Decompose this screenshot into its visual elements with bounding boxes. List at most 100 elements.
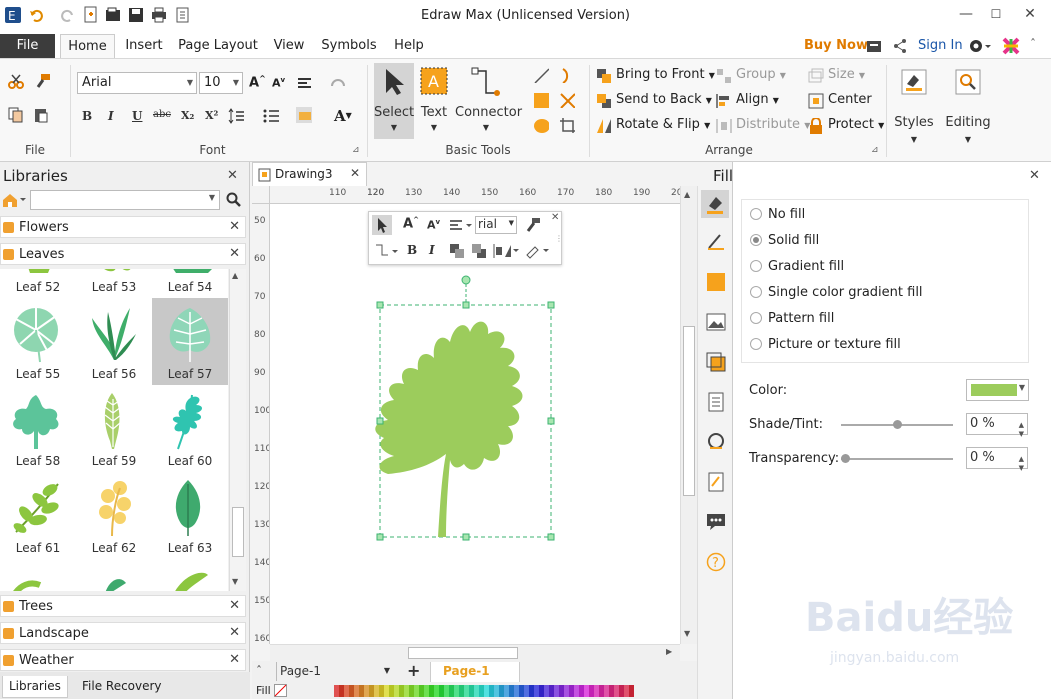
resize-handle[interactable] bbox=[376, 533, 384, 541]
radio-button[interactable] bbox=[750, 286, 762, 298]
bring-to-front-icon[interactable] bbox=[449, 243, 465, 259]
strikethrough-button[interactable]: abc bbox=[153, 109, 171, 120]
size-icon[interactable] bbox=[808, 68, 824, 84]
image-icon[interactable] bbox=[706, 312, 726, 332]
close-icon[interactable]: ✕ bbox=[229, 219, 240, 234]
resize-handle[interactable] bbox=[376, 301, 384, 309]
chevron-down-icon[interactable]: ▼ bbox=[684, 629, 690, 638]
resize-handle[interactable] bbox=[547, 301, 555, 309]
slider-knob[interactable] bbox=[893, 420, 902, 429]
crop-tool-icon[interactable] bbox=[559, 117, 575, 133]
dialog-launcher-icon[interactable]: ⊿ bbox=[871, 145, 879, 155]
scrollbar-thumb[interactable] bbox=[408, 647, 518, 659]
chevron-right-icon[interactable]: ▶ bbox=[666, 647, 672, 656]
bullet-list-icon[interactable] bbox=[263, 108, 279, 124]
group-button[interactable]: Group ▼ bbox=[736, 67, 786, 82]
distribute-icon[interactable] bbox=[493, 243, 521, 259]
transparency-slider[interactable] bbox=[841, 454, 953, 463]
tab-home[interactable]: Home bbox=[60, 34, 115, 58]
chevron-up-icon[interactable]: ▲ bbox=[684, 190, 690, 199]
shape-leaf-56[interactable]: Leaf 56 bbox=[76, 298, 152, 385]
editing-button[interactable]: Editing ▼ bbox=[943, 65, 993, 145]
align-button[interactable]: Align ▼ bbox=[736, 92, 779, 107]
tab-file-recovery[interactable]: File Recovery bbox=[76, 676, 168, 698]
drawing-canvas[interactable] bbox=[270, 204, 680, 644]
color-picker[interactable]: ▼ bbox=[966, 379, 1029, 401]
shape-leaf-60[interactable]: Leaf 60 bbox=[152, 385, 228, 472]
help-icon[interactable]: ? bbox=[706, 552, 726, 572]
file-menu-button[interactable]: File bbox=[0, 34, 55, 58]
font-name-combo[interactable]: Arial ▼ bbox=[77, 72, 197, 94]
distribute-icon[interactable] bbox=[716, 118, 732, 134]
color-swatch-item[interactable] bbox=[629, 685, 634, 697]
shape-leaf-53[interactable]: Leaf 53 bbox=[76, 269, 152, 298]
shrink-font-icon[interactable]: Av bbox=[272, 76, 285, 90]
scrollbar-thumb[interactable] bbox=[232, 507, 244, 557]
sign-in-link[interactable]: Sign In bbox=[918, 38, 963, 53]
category-trees[interactable]: Trees ✕ bbox=[0, 595, 246, 617]
fill-option-pattern-fill[interactable]: Pattern fill bbox=[750, 311, 834, 326]
tab-symbols[interactable]: Symbols bbox=[318, 34, 380, 58]
arc-tool-icon[interactable] bbox=[559, 67, 575, 83]
fill-option-solid-fill[interactable]: Solid fill bbox=[750, 233, 819, 248]
shape-leaf-59[interactable]: Leaf 59 bbox=[76, 385, 152, 472]
highlight-icon[interactable] bbox=[296, 107, 312, 123]
document-tab[interactable]: Drawing3 ✕ bbox=[252, 162, 367, 186]
protect-icon[interactable] bbox=[808, 118, 824, 134]
grow-font-icon[interactable]: A^ bbox=[403, 216, 419, 231]
shape-partial[interactable] bbox=[0, 559, 76, 591]
category-flowers[interactable]: Flowers ✕ bbox=[0, 216, 246, 238]
close-icon[interactable]: ✕ bbox=[229, 598, 240, 613]
shade-tint-input[interactable]: 0 % ▲ ▼ bbox=[966, 413, 1028, 438]
close-icon[interactable]: ✕ bbox=[229, 625, 240, 640]
shade-tint-slider[interactable] bbox=[841, 420, 953, 429]
shadow-icon[interactable] bbox=[706, 272, 726, 292]
category-weather[interactable]: Weather ✕ bbox=[0, 649, 246, 671]
send-to-back-icon[interactable] bbox=[596, 93, 612, 109]
canvas-vertical-scrollbar[interactable]: ▲ ▼ bbox=[680, 186, 697, 644]
dialog-launcher-icon[interactable]: ⊿ bbox=[352, 145, 360, 155]
rotate-flip-button[interactable]: Rotate & Flip ▼ bbox=[616, 117, 710, 132]
tab-insert[interactable]: Insert bbox=[120, 34, 168, 58]
edit-shape-icon[interactable] bbox=[525, 243, 551, 259]
select-tool-button[interactable]: Select ▼ bbox=[374, 63, 414, 139]
hyperlink-icon[interactable] bbox=[706, 432, 726, 452]
page-dropdown[interactable]: Page-1 ▼ bbox=[276, 662, 394, 681]
connector-tool-button[interactable]: Connector ▼ bbox=[455, 63, 522, 139]
group-icon[interactable] bbox=[716, 68, 732, 84]
close-icon[interactable]: ✕ bbox=[229, 652, 240, 667]
rotation-handle[interactable] bbox=[461, 275, 471, 285]
text-tool-button[interactable]: A Text ▼ bbox=[418, 63, 450, 139]
shape-leaf-63[interactable]: Leaf 63 bbox=[152, 472, 228, 559]
close-icon[interactable]: ✕ bbox=[350, 166, 360, 180]
transparency-input[interactable]: 0 % ▲ ▼ bbox=[966, 447, 1028, 472]
no-fill-swatch[interactable] bbox=[274, 684, 288, 697]
resize-handle[interactable] bbox=[547, 417, 555, 425]
send-to-back-icon[interactable] bbox=[471, 243, 487, 259]
format-painter-icon[interactable] bbox=[525, 217, 541, 233]
fill-option-no-fill[interactable]: No fill bbox=[750, 207, 805, 222]
maximize-button[interactable]: ☐ bbox=[984, 4, 1008, 24]
fill-option-picture-fill[interactable]: Picture or texture fill bbox=[750, 337, 901, 352]
fill-option-single-color-gradient[interactable]: Single color gradient fill bbox=[750, 285, 923, 300]
radio-button[interactable] bbox=[750, 208, 762, 220]
close-icon[interactable]: ✕ bbox=[551, 212, 559, 223]
center-button[interactable]: Center bbox=[828, 92, 872, 107]
spin-down-icon[interactable]: ▼ bbox=[1019, 424, 1024, 444]
line-spacing-icon[interactable] bbox=[228, 108, 244, 124]
minimize-button[interactable]: — bbox=[954, 4, 978, 24]
shape-leaf-57[interactable]: Leaf 57 bbox=[152, 298, 228, 385]
shape-leaf-55[interactable]: Leaf 55 bbox=[0, 298, 76, 385]
library-scrollbar[interactable]: ▲ ▼ bbox=[229, 269, 246, 591]
radio-button[interactable] bbox=[750, 260, 762, 272]
tab-libraries[interactable]: Libraries bbox=[2, 676, 68, 698]
tab-help[interactable]: Help bbox=[390, 34, 428, 58]
send-to-back-button[interactable]: Send to Back ▼ bbox=[616, 92, 712, 107]
slider-knob[interactable] bbox=[841, 454, 850, 463]
italic-button[interactable]: I bbox=[108, 109, 114, 123]
styles-button[interactable]: Styles ▼ bbox=[893, 65, 935, 145]
color-swatches[interactable] bbox=[334, 685, 634, 697]
library-search-input[interactable]: ▼ bbox=[30, 190, 220, 210]
resize-handle[interactable] bbox=[462, 533, 470, 541]
shape-partial[interactable] bbox=[76, 559, 152, 591]
